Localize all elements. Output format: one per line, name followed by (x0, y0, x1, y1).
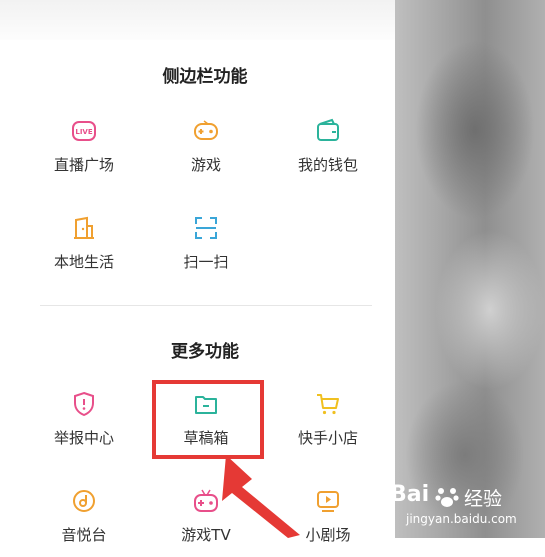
scan-icon (192, 214, 220, 242)
wallet-icon (314, 117, 342, 145)
live-icon-text: LIVE (75, 128, 92, 136)
section-title-more: 更多功能 (171, 342, 239, 362)
menu-item-label: 举报中心 (53, 429, 114, 447)
shop-cart-icon (314, 390, 342, 418)
live-icon: LIVE (70, 117, 98, 145)
menu-item-scan[interactable]: 扫一扫 (151, 214, 261, 284)
watermark-url: jingyan.baidu.com (406, 512, 517, 526)
menu-item-label: 音悦台 (61, 526, 107, 544)
menu-item-report-center[interactable]: 举报中心 (29, 390, 139, 460)
sidebar-panel (0, 40, 395, 538)
section-divider (40, 305, 372, 306)
blurred-right-background (395, 0, 545, 538)
menu-item-label: 直播广场 (53, 156, 114, 174)
gamepad-icon (192, 117, 220, 145)
menu-item-label: 游戏 (190, 156, 221, 174)
local-life-icon (70, 214, 98, 242)
menu-item-games[interactable]: 游戏 (151, 117, 261, 187)
menu-item-label: 扫一扫 (183, 253, 229, 271)
menu-item-wallet[interactable]: 我的钱包 (273, 117, 383, 187)
menu-item-live-plaza[interactable]: LIVE 直播广场 (29, 117, 139, 187)
menu-item-local-life[interactable]: 本地生活 (29, 214, 139, 284)
red-arrow-annotation (222, 455, 300, 538)
menu-item-label: 本地生活 (53, 253, 114, 271)
mini-theater-icon (314, 487, 342, 515)
report-shield-icon (70, 390, 98, 418)
menu-item-music-station[interactable]: 音悦台 (29, 487, 139, 557)
music-icon (70, 487, 98, 515)
paw-logo-icon (435, 488, 459, 507)
menu-item-label: 我的钱包 (297, 156, 358, 174)
baidu-jingyan-watermark: Bai 经验 jingyan.baidu.com (388, 478, 538, 536)
watermark-brand: Bai (390, 482, 430, 507)
section-title-sidebar: 侧边栏功能 (162, 67, 248, 87)
watermark-brand-suffix: 经验 (464, 488, 503, 510)
